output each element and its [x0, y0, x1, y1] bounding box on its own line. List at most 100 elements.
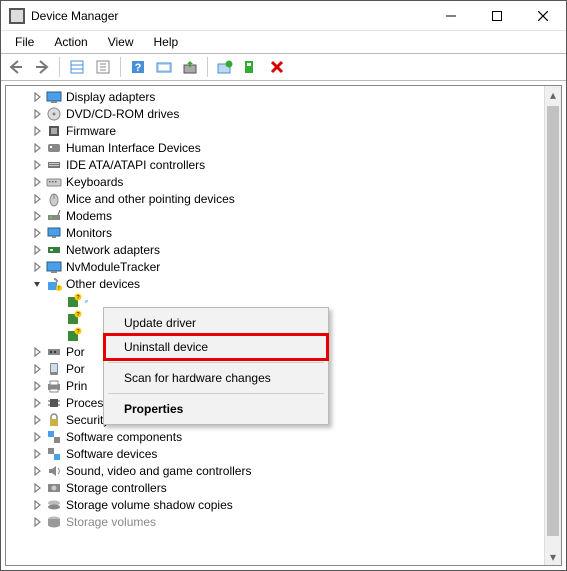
ide-icon	[46, 157, 62, 173]
tree-category[interactable]: !Other devices	[6, 275, 544, 292]
expand-arrow-icon[interactable]	[30, 90, 44, 104]
tree-category[interactable]: Software components	[6, 428, 544, 445]
expand-arrow-icon[interactable]	[30, 107, 44, 121]
expand-arrow-icon[interactable]	[30, 464, 44, 478]
tree-category[interactable]: Keyboards	[6, 173, 544, 190]
update-driver-icon[interactable]	[178, 55, 202, 79]
menu-file[interactable]: File	[5, 33, 44, 51]
titlebar: Device Manager	[1, 1, 566, 31]
expand-arrow-icon[interactable]	[30, 362, 44, 376]
category-label: Sound, video and game controllers	[66, 464, 251, 478]
forward-icon[interactable]	[30, 55, 54, 79]
menu-view[interactable]: View	[98, 33, 144, 51]
monitor-icon	[46, 225, 62, 241]
category-label: Storage volumes	[66, 515, 156, 529]
expand-arrow-icon[interactable]	[30, 243, 44, 257]
tree-category[interactable]: Storage controllers	[6, 479, 544, 496]
window-title: Device Manager	[31, 9, 118, 23]
category-label: Human Interface Devices	[66, 141, 201, 155]
expand-arrow-icon[interactable]	[30, 379, 44, 393]
category-label: IDE ATA/ATAPI controllers	[66, 158, 205, 172]
tree-category[interactable]: Monitors	[6, 224, 544, 241]
firmware-icon	[46, 123, 62, 139]
expand-arrow-icon[interactable]	[30, 260, 44, 274]
vertical-scrollbar[interactable]: ▴ ▾	[544, 86, 561, 565]
tree-panel: Display adapters DVD/CD-ROM drivesFirmwar…	[5, 85, 562, 566]
hid-icon	[46, 140, 62, 156]
expand-arrow-icon[interactable]	[30, 226, 44, 240]
category-label: Storage volume shadow copies	[66, 498, 233, 512]
cpu-icon	[46, 395, 62, 411]
category-label: DVD/CD-ROM drives	[66, 107, 179, 121]
tree-category[interactable]: Network adapters	[6, 241, 544, 258]
ports-icon	[46, 344, 62, 360]
tree-category[interactable]: Firmware	[6, 122, 544, 139]
expand-arrow-icon[interactable]	[30, 498, 44, 512]
context-menu-label: Properties	[124, 402, 183, 416]
scroll-up-button[interactable]: ▴	[545, 86, 561, 103]
expand-arrow-icon[interactable]	[30, 430, 44, 444]
scroll-down-button[interactable]: ▾	[545, 548, 561, 565]
shadow-icon	[46, 497, 62, 513]
expand-arrow-icon[interactable]	[30, 447, 44, 461]
uninstall-icon[interactable]	[239, 55, 263, 79]
tree-category[interactable]: Sound, video and game controllers	[6, 462, 544, 479]
category-label: Display adapters	[66, 90, 155, 104]
expand-arrow-icon[interactable]	[30, 192, 44, 206]
expand-arrow-icon[interactable]	[30, 175, 44, 189]
nvmodule-icon	[46, 259, 62, 275]
context-menu-item[interactable]: Update driver	[106, 311, 326, 335]
keyboard-icon	[46, 174, 62, 190]
category-label: Network adapters	[66, 243, 160, 257]
scan-icon[interactable]	[152, 55, 176, 79]
expand-arrow-icon[interactable]	[30, 481, 44, 495]
tree-category[interactable]: NvModuleTracker	[6, 258, 544, 275]
close-button[interactable]	[520, 1, 566, 31]
tree-category[interactable]: Storage volumes	[6, 513, 544, 530]
unknown-device-icon: ?	[66, 327, 82, 343]
tree-category[interactable]: Human Interface Devices	[6, 139, 544, 156]
properties-icon[interactable]	[91, 55, 115, 79]
tree-category[interactable]: Modems	[6, 207, 544, 224]
context-menu-item[interactable]: Scan for hardware changes	[106, 366, 326, 390]
portable-icon	[46, 361, 62, 377]
category-label: Modems	[66, 209, 112, 223]
back-icon[interactable]	[4, 55, 28, 79]
expand-arrow-icon[interactable]	[30, 396, 44, 410]
expand-arrow-icon[interactable]	[30, 277, 44, 291]
tree-category[interactable]: Software devices	[6, 445, 544, 462]
expand-arrow-icon[interactable]	[30, 209, 44, 223]
category-label: Monitors	[66, 226, 112, 240]
context-menu: Update driverUninstall device Scan for ha…	[103, 307, 329, 425]
expand-arrow-icon[interactable]	[30, 345, 44, 359]
category-label: Por	[66, 345, 85, 359]
scrollbar-thumb[interactable]	[547, 106, 559, 536]
device-manager-window: Device Manager File Action View Help ?	[0, 0, 567, 571]
context-menu-item[interactable]: Properties	[106, 397, 326, 421]
svg-text:?: ?	[76, 312, 79, 318]
context-menu-item[interactable]: Uninstall device	[106, 335, 326, 359]
expand-arrow-icon[interactable]	[30, 158, 44, 172]
maximize-button[interactable]	[474, 1, 520, 31]
expand-arrow-icon[interactable]	[30, 515, 44, 529]
unknown-device-icon: ?	[66, 293, 82, 309]
menu-action[interactable]: Action	[44, 33, 97, 51]
tree-category[interactable]: DVD/CD-ROM drives	[6, 105, 544, 122]
minimize-button[interactable]	[428, 1, 474, 31]
disable-icon[interactable]	[265, 55, 289, 79]
expand-arrow-icon[interactable]	[30, 124, 44, 138]
category-label: NvModuleTracker	[66, 260, 160, 274]
show-hidden-icon[interactable]	[65, 55, 89, 79]
menu-help[interactable]: Help	[144, 33, 189, 51]
tree-category[interactable]: Storage volume shadow copies	[6, 496, 544, 513]
expand-arrow-icon[interactable]	[30, 141, 44, 155]
tree-category[interactable]: IDE ATA/ATAPI controllers	[6, 156, 544, 173]
tree-category[interactable]: Display adapters	[6, 88, 544, 105]
add-legacy-icon[interactable]	[213, 55, 237, 79]
tree-category[interactable]: Mice and other pointing devices	[6, 190, 544, 207]
sound-icon	[46, 463, 62, 479]
print-icon	[46, 378, 62, 394]
expand-arrow-icon[interactable]	[30, 413, 44, 427]
help-icon[interactable]: ?	[126, 55, 150, 79]
context-menu-separator	[108, 362, 324, 363]
